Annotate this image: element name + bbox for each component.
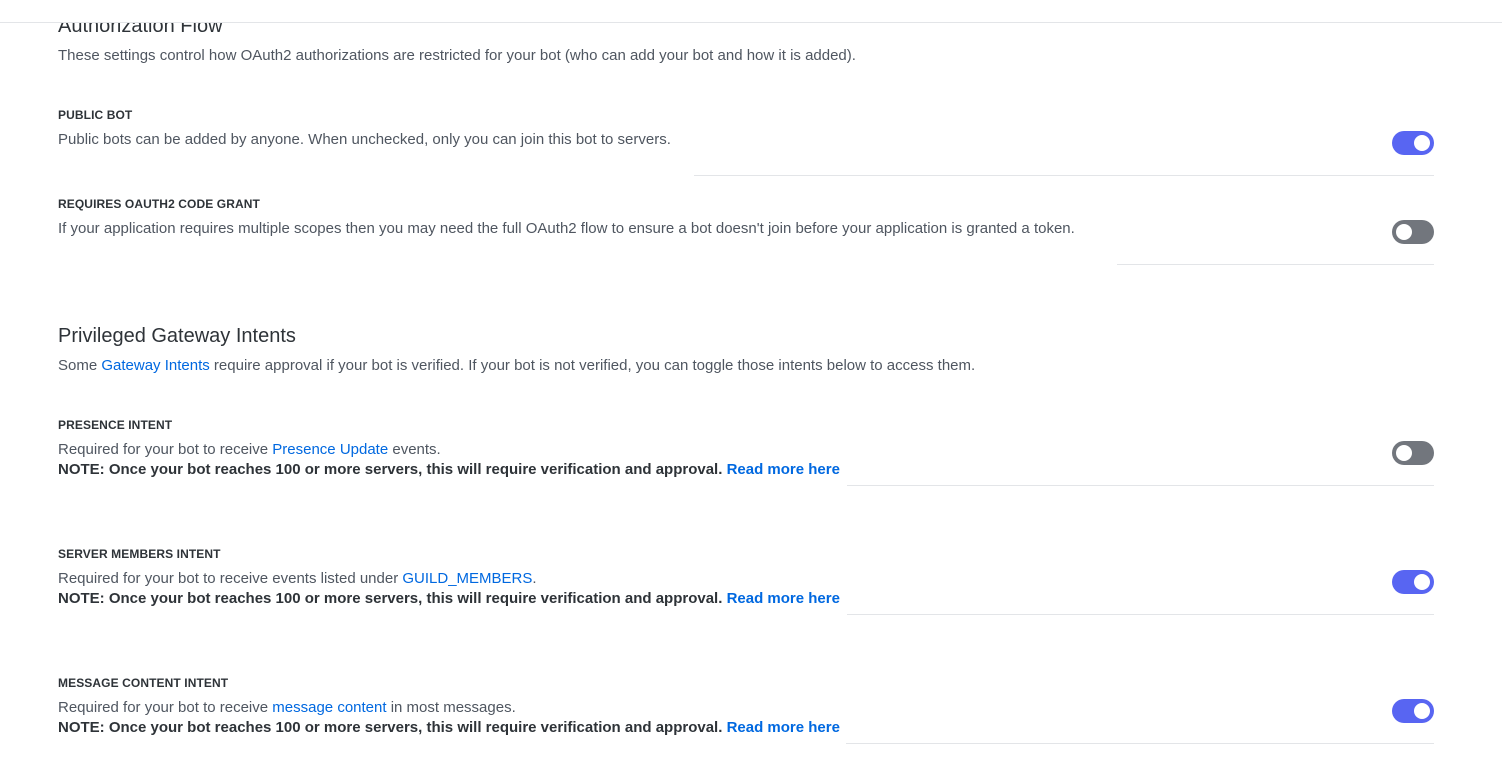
message-content-link[interactable]: message content [272, 699, 386, 716]
note-text: NOTE: Once your bot reaches 100 or more … [58, 590, 723, 607]
description-suffix: events. [388, 441, 441, 458]
divider [846, 743, 1434, 744]
description-suffix: . [532, 570, 537, 587]
setting-label-public-bot: PUBLIC BOT [58, 108, 133, 122]
public-bot-toggle[interactable] [1392, 131, 1434, 155]
server-members-intent-description-line: Required for your bot to receive events … [58, 569, 840, 589]
presence-intent-toggle[interactable] [1392, 441, 1434, 465]
setting-label-presence-intent: PRESENCE INTENT [58, 418, 173, 432]
gateway-intents-link[interactable]: Gateway Intents [101, 357, 209, 374]
description-prefix: Required for your bot to receive [58, 699, 273, 716]
presence-intent-description-line: Required for your bot to receive Presenc… [58, 440, 840, 460]
requires-oauth2-code-grant-toggle[interactable] [1392, 220, 1434, 244]
description-prefix: Required for your bot to receive events … [58, 570, 403, 587]
section-title-privileged-gateway-intents: Privileged Gateway Intents [58, 325, 296, 347]
section-description-privileged-gateway-intents: Some Gateway Intents require approval if… [58, 357, 975, 374]
description-suffix: in most messages. [386, 699, 516, 716]
divider [694, 175, 1434, 176]
setting-description-presence-intent: Required for your bot to receive Presenc… [58, 440, 840, 480]
top-bar [0, 0, 1502, 23]
read-more-link[interactable]: Read more here [727, 461, 840, 478]
note-text: NOTE: Once your bot reaches 100 or more … [58, 461, 723, 478]
verification-note: NOTE: Once your bot reaches 100 or more … [58, 718, 840, 738]
setting-description-public-bot: Public bots can be added by anyone. When… [58, 131, 671, 148]
message-content-intent-toggle[interactable] [1392, 699, 1434, 723]
description-prefix: Some [58, 357, 102, 374]
setting-label-requires-oauth2-code-grant: REQUIRES OAUTH2 CODE GRANT [58, 197, 260, 211]
verification-note: NOTE: Once your bot reaches 100 or more … [58, 589, 840, 609]
toggle-knob [1396, 224, 1412, 240]
divider [1117, 264, 1434, 265]
setting-label-server-members-intent: SERVER MEMBERS INTENT [58, 547, 221, 561]
divider [847, 614, 1434, 615]
presence-update-link[interactable]: Presence Update [272, 441, 388, 458]
verification-note: NOTE: Once your bot reaches 100 or more … [58, 460, 840, 480]
note-text: NOTE: Once your bot reaches 100 or more … [58, 719, 723, 736]
read-more-link[interactable]: Read more here [727, 719, 840, 736]
description-suffix: require approval if your bot is verified… [209, 357, 976, 374]
section-description-authorization-flow: These settings control how OAuth2 author… [58, 47, 856, 64]
setting-description-message-content-intent: Required for your bot to receive message… [58, 698, 840, 738]
message-content-intent-description-line: Required for your bot to receive message… [58, 698, 840, 718]
toggle-knob [1414, 574, 1430, 590]
toggle-knob [1414, 703, 1430, 719]
guild-members-link[interactable]: GUILD_MEMBERS [402, 570, 532, 587]
setting-label-message-content-intent: MESSAGE CONTENT INTENT [58, 676, 229, 690]
setting-description-requires-oauth2-code-grant: If your application requires multiple sc… [58, 220, 1075, 237]
server-members-intent-toggle[interactable] [1392, 570, 1434, 594]
divider [847, 485, 1434, 486]
toggle-knob [1414, 135, 1430, 151]
read-more-link[interactable]: Read more here [727, 590, 840, 607]
setting-description-server-members-intent: Required for your bot to receive events … [58, 569, 840, 609]
description-prefix: Required for your bot to receive [58, 441, 273, 458]
toggle-knob [1396, 445, 1412, 461]
